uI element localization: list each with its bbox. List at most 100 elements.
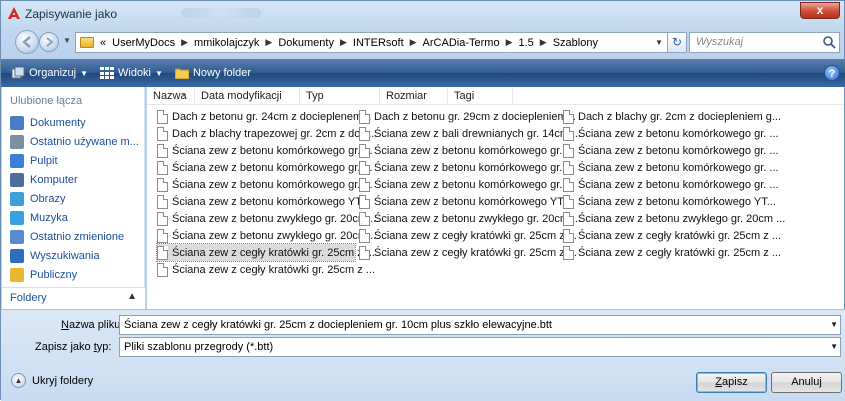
nav-item-label: Ostatnio zmienione [30,231,125,243]
organize-label: Organizuj [29,67,77,79]
nav-item-label: Publiczny [30,269,78,281]
file-item[interactable]: Ściana zew z betonu komórkowego gr. ... [563,176,779,193]
file-item[interactable]: Ściana zew z cegły kratówki gr. 25cm z .… [359,227,577,244]
column-header-name[interactable]: Nazwa ▲ [147,87,195,105]
filename-label-mnemonic: N [61,319,69,331]
file-item[interactable]: Dach z betonu gr. 24cm z docieplenem... [157,108,371,125]
nav-item-searches[interactable]: Wyszukiwania [10,248,100,264]
nav-item-public[interactable]: Publiczny [10,267,77,283]
cancel-button[interactable]: Anuluj [771,372,842,393]
file-name: Ściana zew z betonu komórkowego gr. ... [374,178,575,191]
column-header-type[interactable]: Typ [300,87,380,105]
refresh-button[interactable]: ↻ [667,32,687,53]
file-item[interactable]: Ściana zew z betonu komórkowego gr. ... [157,159,373,176]
file-item[interactable]: Ściana zew z betonu komórkowego YT... [157,193,370,210]
title-bar: Zapisywanie jako x [1,1,845,27]
file-item[interactable]: Ściana zew z betonu zwykłego gr. 20cm ..… [157,210,379,227]
computer-icon [10,173,24,187]
column-header-label: Tagi [454,90,475,102]
file-item[interactable]: Dach z blachy trapezowej gr. 2cm z doci.… [157,125,377,142]
document-icon [359,143,370,158]
views-menu[interactable]: Widoki ▼ [100,67,163,79]
filename-input[interactable]: Ściana zew z cegły kratówki gr. 25cm z d… [119,315,841,335]
file-item[interactable]: Ściana zew z betonu komórkowego gr. ... [563,125,779,142]
address-dropdown-icon[interactable]: ▼ [652,32,666,53]
file-item[interactable]: Dach z blachy gr. 2cm z dociepleniem g..… [563,108,781,125]
hide-folders-toggle[interactable]: ▲ Ukryj foldery [11,373,93,388]
column-header-date[interactable]: Data modyfikacji [195,87,300,105]
file-item[interactable]: Ściana zew z cegły kratówki gr. 25cm z .… [157,261,375,278]
document-icon [157,245,168,260]
file-item[interactable]: Ściana zew z betonu komórkowego YT... [359,193,572,210]
file-item[interactable]: Ściana zew z betonu zwykłego gr. 20cm ..… [563,210,785,227]
document-icon [359,228,370,243]
organize-menu[interactable]: Organizuj ▼ [11,67,88,79]
file-item[interactable]: Ściana zew z betonu komórkowego gr. ... [563,159,779,176]
file-name: Ściana zew z betonu komórkowego gr. ... [374,144,575,157]
new-folder-button[interactable]: Nowy folder [174,67,251,79]
breadcrumb-user[interactable]: mmikolajczyk [194,37,259,49]
new-folder-icon [174,68,189,79]
nav-item-pictures[interactable]: Obrazy [10,191,65,207]
file-item[interactable]: Ściana zew z betonu komórkowego gr. ... [359,142,575,159]
file-item[interactable]: Ściana zew z betonu zwykłego gr. 20cm ..… [157,227,379,244]
breadcrumb-dokumenty[interactable]: Dokumenty [278,37,334,49]
nav-item-desktop[interactable]: Pulpit [10,153,58,169]
close-button[interactable]: x [800,2,840,19]
file-item[interactable]: Ściana zew z betonu zwykłego gr. 20cm ..… [359,210,581,227]
breadcrumb-intersoft[interactable]: INTERsoft [353,37,404,49]
document-icon [157,194,168,209]
file-item[interactable]: Ściana zew z bali drewnianych gr. 14cm .… [359,125,581,142]
address-prefix[interactable]: « [100,37,106,49]
nav-item-music[interactable]: Muzyka [10,210,68,226]
nav-item-recent-places[interactable]: Ostatnio używane m... [10,134,139,150]
document-icon [157,143,168,158]
chevron-right-icon[interactable]: ▶ [540,37,547,48]
breadcrumb-szablony[interactable]: Szablony [553,37,598,49]
file-item[interactable]: Ściana zew z betonu komórkowego gr. ... [359,176,575,193]
file-item[interactable]: Ściana zew z cegły kratówki gr. 25cm z .… [563,227,781,244]
column-header-size[interactable]: Rozmiar [380,87,448,105]
forward-button[interactable] [39,32,59,52]
document-icon [563,126,574,141]
address-bar[interactable]: « UserMyDocs ▶ mmikolajczyk ▶ Dokumenty … [75,32,675,53]
save-button[interactable]: Zapisz [696,372,767,393]
file-item[interactable]: Ściana zew z betonu komórkowego YT... [563,193,776,210]
file-item-selected[interactable]: Ściana zew z cegły kratówki gr. 25cm z .… [156,243,375,262]
chevron-down-icon[interactable]: ▼ [830,338,838,356]
filetype-select[interactable]: Pliki szablonu przegrody (*.btt) ▼ [119,337,841,357]
nav-item-label: Wyszukiwania [30,250,100,262]
file-item[interactable]: Ściana zew z cegły kratówki gr. 25cm z .… [359,244,577,261]
chevron-right-icon[interactable]: ▶ [410,37,417,48]
file-item[interactable]: Ściana zew z betonu komórkowego gr. ... [157,176,373,193]
nav-item-computer[interactable]: Komputer [10,172,78,188]
file-item[interactable]: Ściana zew z cegły kratówki gr. 25cm z .… [563,244,781,261]
file-item[interactable]: Ściana zew z betonu komórkowego gr. ... [359,159,575,176]
chevron-right-icon[interactable]: ▶ [506,37,513,48]
help-icon[interactable]: ? [824,65,840,81]
chevron-down-icon[interactable]: ▼ [830,316,838,334]
cancel-label: Anuluj [791,376,822,388]
column-header-label: Typ [306,90,324,102]
chevron-right-icon[interactable]: ▶ [265,37,272,48]
document-icon [563,160,574,175]
search-input[interactable]: Wyszukaj [689,32,840,53]
breadcrumb-arcadia-termo[interactable]: ArCADia-Termo [423,37,500,49]
search-icon[interactable] [822,35,836,49]
chevron-right-icon[interactable]: ▶ [340,37,347,48]
chevron-right-icon[interactable]: ▶ [181,37,188,48]
desktop-icon [10,154,24,168]
file-item[interactable]: Ściana zew z betonu komórkowego gr. ... [563,142,779,159]
recent-pages-dropdown-icon[interactable]: ▼ [63,36,71,45]
back-button[interactable] [15,30,39,54]
file-item[interactable]: Dach z betonu gr. 29cm z dociepleniem... [359,108,576,125]
nav-item-documents[interactable]: Dokumenty [10,115,86,131]
file-item[interactable]: Ściana zew z betonu komórkowego gr. ... [157,142,373,159]
folders-toggle[interactable]: Foldery ▲ [2,287,145,309]
nav-item-recently-changed[interactable]: Ostatnio zmienione [10,229,124,245]
document-icon [157,126,168,141]
column-header-tags[interactable]: Tagi [448,87,513,105]
filename-value: Ściana zew z cegły kratówki gr. 25cm z d… [124,319,552,331]
breadcrumb-usermydocs[interactable]: UserMyDocs [112,37,175,49]
breadcrumb-version[interactable]: 1.5 [518,37,533,49]
